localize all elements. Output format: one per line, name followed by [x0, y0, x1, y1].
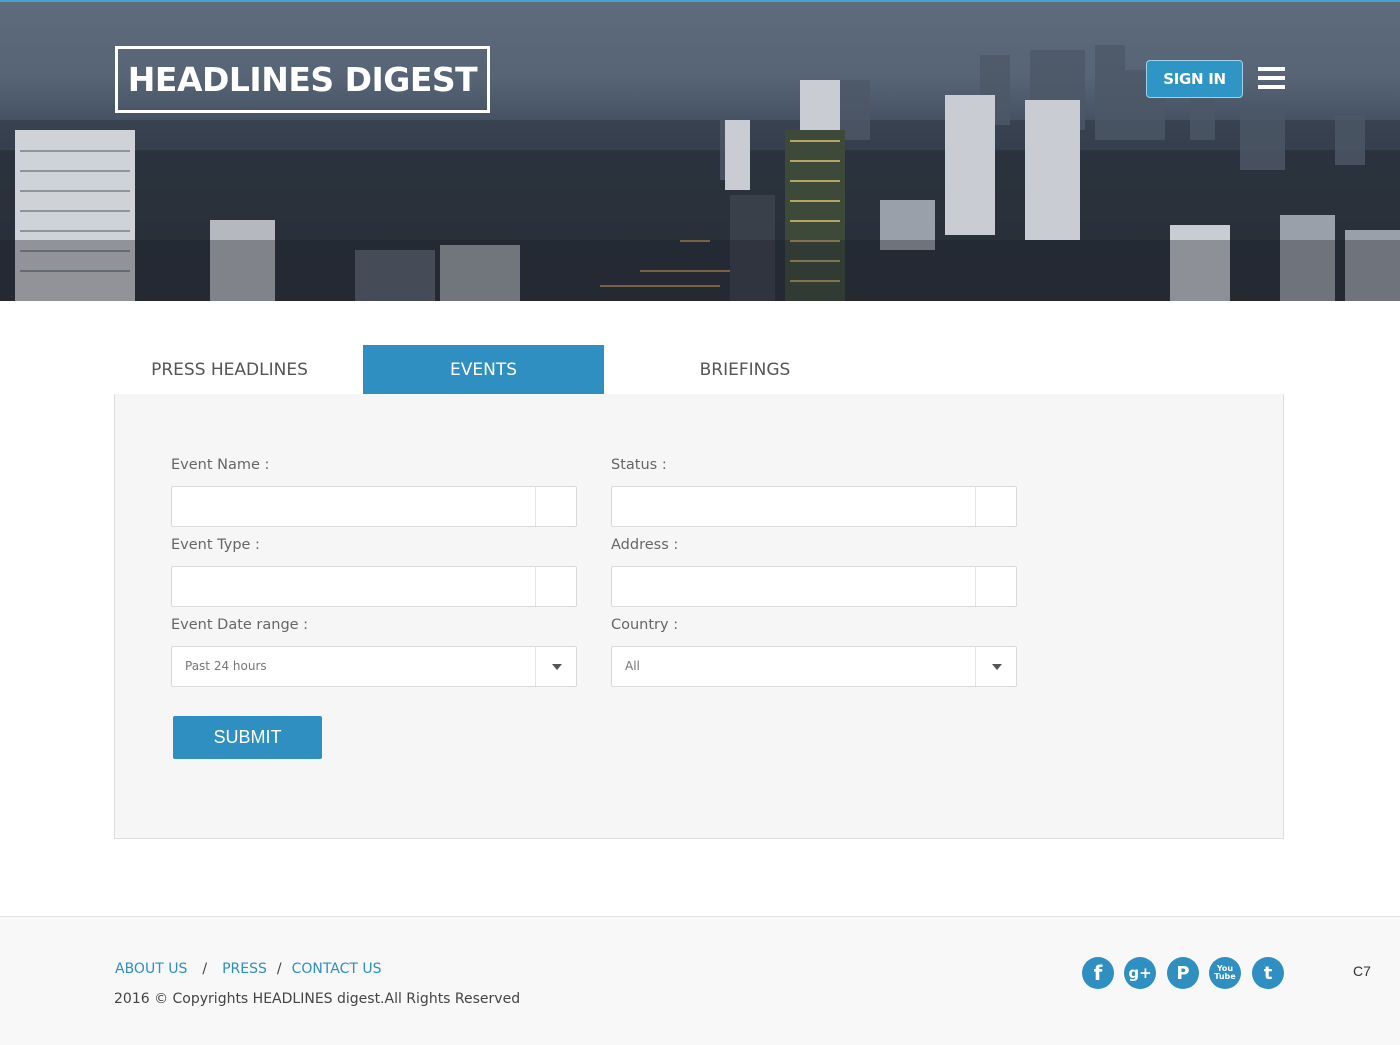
hero-banner: HEADLINES DIGEST SIGN IN: [0, 0, 1400, 301]
section-tabs: PRESS HEADLINES EVENTS BRIEFINGS: [115, 345, 1284, 395]
tab-briefings[interactable]: BRIEFINGS: [647, 345, 843, 394]
footer-link-contact-us[interactable]: CONTACT US: [292, 961, 382, 977]
chevron-down-icon[interactable]: [992, 664, 1002, 670]
country-select[interactable]: All: [611, 646, 1017, 687]
submit-button[interactable]: SUBMIT: [173, 716, 322, 759]
event-date-range-select[interactable]: Past 24 hours: [171, 646, 577, 687]
address-label: Address :: [611, 537, 679, 553]
google-plus-icon[interactable]: g+: [1124, 957, 1156, 989]
copyright-text: 2016 © Copyrights HEADLINES digest.All R…: [114, 991, 521, 1007]
status-input[interactable]: [612, 487, 975, 526]
twitter-glyph: t: [1263, 962, 1273, 984]
event-name-field[interactable]: [171, 486, 577, 527]
field-divider: [975, 487, 976, 526]
sign-in-button[interactable]: SIGN IN: [1146, 60, 1243, 98]
event-date-range-value: Past 24 hours: [185, 659, 267, 673]
field-divider: [975, 647, 976, 686]
event-type-field[interactable]: [171, 566, 577, 607]
tab-press-headlines[interactable]: PRESS HEADLINES: [115, 345, 344, 394]
hero-top-line: [0, 0, 1400, 2]
pinterest-icon[interactable]: P: [1167, 957, 1199, 989]
footer-separator: /: [276, 961, 282, 977]
country-label: Country :: [611, 617, 679, 633]
footer-nav: ABOUT US / PRESS / CONTACT US: [115, 959, 382, 979]
site-logo-text: HEADLINES DIGEST: [127, 60, 478, 99]
youtube-icon[interactable]: You Tube: [1209, 957, 1241, 989]
site-logo[interactable]: HEADLINES DIGEST: [115, 46, 490, 113]
twitter-icon[interactable]: t: [1252, 957, 1284, 989]
address-input[interactable]: [612, 567, 975, 606]
facebook-icon[interactable]: f: [1082, 957, 1114, 989]
footer-separator: /: [202, 961, 208, 977]
footer-link-about-us[interactable]: ABOUT US: [115, 961, 187, 977]
tab-label: BRIEFINGS: [699, 359, 791, 380]
event-type-input[interactable]: [172, 567, 535, 606]
status-label: Status :: [611, 457, 667, 473]
tab-label: PRESS HEADLINES: [151, 359, 308, 380]
field-divider: [975, 567, 976, 606]
event-name-label: Event Name :: [171, 457, 270, 473]
menu-bar: [1258, 67, 1285, 71]
field-divider: [535, 567, 536, 606]
hamburger-icon[interactable]: [1258, 67, 1286, 91]
event-type-label: Event Type :: [171, 537, 260, 553]
google-plus-glyph: g+: [1128, 964, 1152, 982]
event-date-range-label: Event Date range :: [171, 617, 309, 633]
youtube-glyph: You Tube: [1214, 964, 1236, 981]
address-field[interactable]: [611, 566, 1017, 607]
corner-code: C7: [1353, 963, 1371, 979]
facebook-glyph: f: [1093, 961, 1103, 985]
footer-link-press[interactable]: PRESS: [222, 961, 267, 977]
status-field[interactable]: [611, 486, 1017, 527]
menu-bar: [1258, 85, 1285, 89]
field-divider: [535, 487, 536, 526]
tab-label: EVENTS: [449, 359, 517, 380]
chevron-down-icon[interactable]: [552, 664, 562, 670]
tab-events[interactable]: EVENTS: [363, 345, 604, 394]
field-divider: [535, 647, 536, 686]
menu-bar: [1258, 76, 1285, 80]
country-value: All: [625, 659, 640, 673]
event-name-input[interactable]: [172, 487, 535, 526]
pinterest-glyph: P: [1176, 962, 1190, 984]
